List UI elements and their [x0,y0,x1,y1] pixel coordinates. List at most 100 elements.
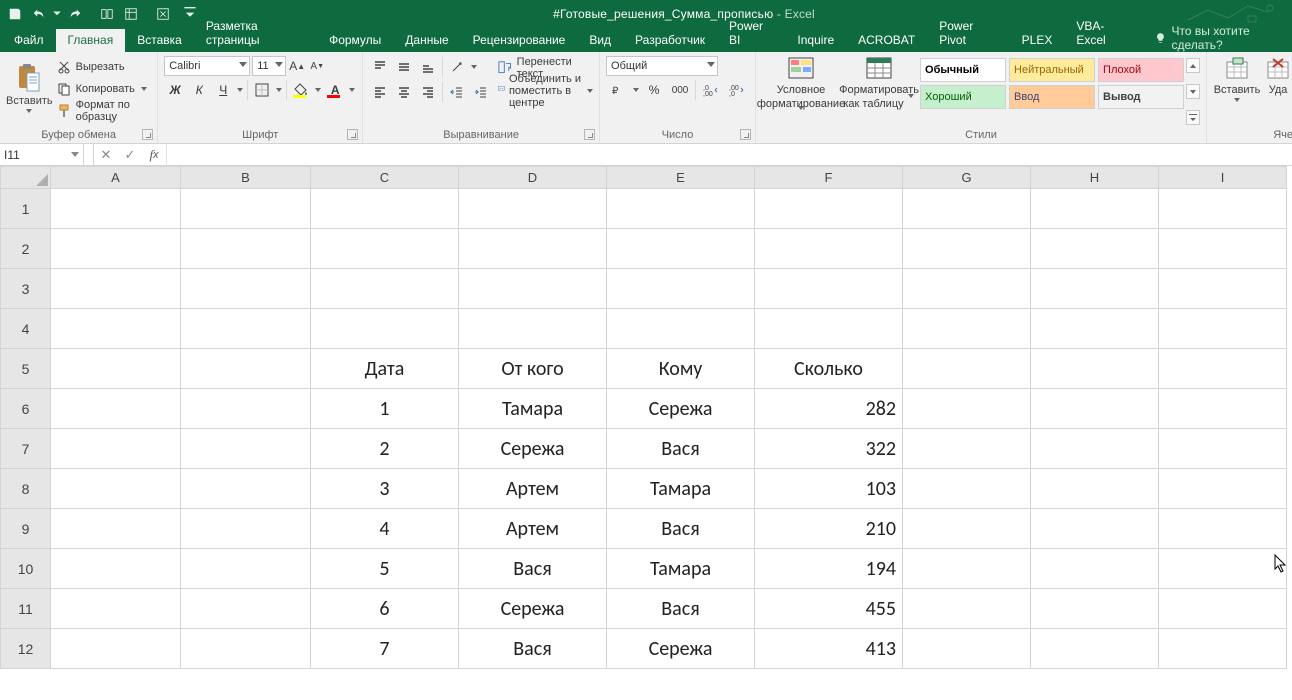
cell-C7[interactable]: 2 [311,429,459,469]
cell-C11[interactable]: 6 [311,589,459,629]
cell-E8[interactable]: Тамара [607,469,755,509]
borders-button[interactable] [251,79,273,101]
increase-indent-button[interactable] [470,81,492,103]
qat-customize-icon[interactable] [184,3,196,25]
tab-inquire[interactable]: Inquire [785,29,846,52]
cell-I1[interactable] [1159,189,1287,229]
cell-H10[interactable] [1031,549,1159,589]
cell-C3[interactable] [311,269,459,309]
cell-D8[interactable]: Артем [459,469,607,509]
cell-A12[interactable] [51,629,181,669]
cell-I8[interactable] [1159,469,1287,509]
tab-insert[interactable]: Вставка [125,29,194,52]
undo-icon[interactable] [28,3,50,25]
row-header-9[interactable]: 9 [1,509,51,549]
tab-vbaexcel[interactable]: VBA-Excel [1064,15,1140,52]
tab-powerbi[interactable]: Power BI [717,15,785,52]
cell-F1[interactable] [755,189,903,229]
cell-G11[interactable] [903,589,1031,629]
column-header-F[interactable]: F [755,167,903,189]
cell-D12[interactable]: Вася [459,629,607,669]
cell-H11[interactable] [1031,589,1159,629]
cell-B4[interactable] [181,309,311,349]
decrease-font-button[interactable]: A▼ [308,56,326,76]
cell-B12[interactable] [181,629,311,669]
tab-home[interactable]: Главная [56,29,126,52]
cell-H1[interactable] [1031,189,1159,229]
cell-I7[interactable] [1159,429,1287,469]
format-as-table-button[interactable]: Форматировать как таблицу [840,56,918,120]
cell-F12[interactable]: 413 [755,629,903,669]
cell-C8[interactable]: 3 [311,469,459,509]
percent-button[interactable]: % [642,79,666,101]
dialog-launcher-icon[interactable] [142,129,153,140]
column-header-B[interactable]: B [181,167,311,189]
cell-F2[interactable] [755,229,903,269]
cell-A3[interactable] [51,269,181,309]
column-header-A[interactable]: A [51,167,181,189]
cell-G9[interactable] [903,509,1031,549]
cell-C1[interactable] [311,189,459,229]
formula-input[interactable] [167,144,1292,165]
cell-C12[interactable]: 7 [311,629,459,669]
chevron-down-icon[interactable] [236,88,244,92]
number-format-combo[interactable]: Общий [606,56,718,76]
cell-I9[interactable] [1159,509,1287,549]
qat-icon-2[interactable] [120,3,142,25]
tab-formulas[interactable]: Формулы [317,29,393,52]
cell-C10[interactable]: 5 [311,549,459,589]
cell-A8[interactable] [51,469,181,509]
align-bottom-button[interactable] [417,56,439,78]
cell-G3[interactable] [903,269,1031,309]
tab-plex[interactable]: PLEX [1010,29,1065,52]
align-middle-button[interactable] [393,56,415,78]
cell-E7[interactable]: Вася [607,429,755,469]
cell-F10[interactable]: 194 [755,549,903,589]
row-header-6[interactable]: 6 [1,389,51,429]
align-center-button[interactable] [393,81,415,103]
fill-color-button[interactable] [290,79,312,101]
conditional-formatting-button[interactable]: Условное форматирование [762,56,840,120]
cell-E9[interactable]: Вася [607,509,755,549]
row-header-11[interactable]: 11 [1,589,51,629]
cell-G1[interactable] [903,189,1031,229]
style-cell-5[interactable]: Вывод [1098,85,1184,109]
cell-B7[interactable] [181,429,311,469]
column-header-H[interactable]: H [1031,167,1159,189]
cell-F6[interactable]: 282 [755,389,903,429]
cell-G8[interactable] [903,469,1031,509]
cell-D10[interactable]: Вася [459,549,607,589]
cell-E4[interactable] [607,309,755,349]
cell-A2[interactable] [51,229,181,269]
cell-I10[interactable] [1159,549,1287,589]
cell-G12[interactable] [903,629,1031,669]
underline-button[interactable]: Ч [212,79,234,101]
font-size-combo[interactable]: 11 [252,56,286,76]
cell-I11[interactable] [1159,589,1287,629]
decrease-indent-button[interactable] [446,81,468,103]
dialog-launcher-icon[interactable] [740,129,751,140]
style-cell-4[interactable]: Ввод [1009,85,1095,109]
style-cell-3[interactable]: Хороший [920,85,1006,109]
cell-C6[interactable]: 1 [311,389,459,429]
tab-data[interactable]: Данные [393,29,460,52]
orientation-button[interactable] [446,56,468,78]
cell-I5[interactable] [1159,349,1287,389]
merge-center-button[interactable]: Объединить и поместить в центре [498,81,593,101]
cell-H12[interactable] [1031,629,1159,669]
cell-C2[interactable] [311,229,459,269]
cell-G6[interactable] [903,389,1031,429]
cell-B10[interactable] [181,549,311,589]
row-header-5[interactable]: 5 [1,349,51,389]
cell-H2[interactable] [1031,229,1159,269]
style-cell-2[interactable]: Плохой [1098,58,1184,82]
cell-B2[interactable] [181,229,311,269]
italic-button[interactable]: К [188,79,210,101]
cell-H8[interactable] [1031,469,1159,509]
comma-style-button[interactable]: 000 [668,79,692,101]
cell-A1[interactable] [51,189,181,229]
row-header-7[interactable]: 7 [1,429,51,469]
cell-I2[interactable] [1159,229,1287,269]
cut-button[interactable]: Вырезать [57,58,150,76]
cell-B8[interactable] [181,469,311,509]
